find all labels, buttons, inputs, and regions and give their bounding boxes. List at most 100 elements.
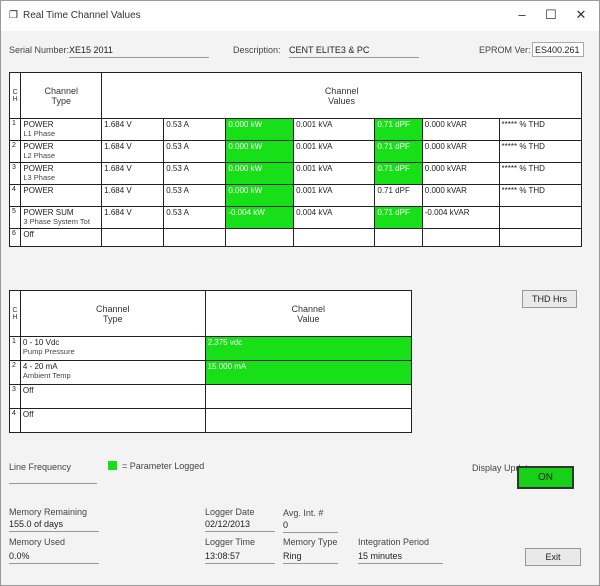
table-row: 6 Off: [8, 228, 583, 247]
table-row: 10 - 10 Vdc Pump Pressure 2.375 vdc: [9, 336, 413, 361]
description-value: CENT ELITE3 & PC: [289, 43, 419, 58]
channel-number-cell: 3: [9, 384, 21, 409]
value-cell-va: 0.001 kVA: [293, 162, 376, 185]
value-cell-va: 0.001 kVA: [293, 140, 376, 163]
value-cell-a: [163, 228, 227, 247]
value-cell-pf: 0.71 dPF: [374, 184, 423, 207]
logger-date-label: Logger Date: [205, 507, 255, 517]
value-cell-v: 1.684 V: [101, 162, 165, 185]
eprom-label: EPROM Ver:: [479, 45, 531, 55]
channel-values-header: Channel Values: [101, 72, 582, 119]
window-title: Real Time Channel Values: [23, 10, 141, 21]
channel-value-cell: 2.375 vdc: [204, 336, 413, 361]
channel-type-text: 0 - 10 Vdc: [22, 338, 60, 347]
memory-used-label: Memory Used: [9, 537, 66, 547]
value-cell-thd: [498, 228, 583, 247]
thd-hrs-button[interactable]: THD Hrs: [522, 290, 577, 308]
value-cell-var: -0.004 kVAR: [421, 206, 500, 229]
channel-number-cell: 1: [9, 336, 21, 361]
channel-number-cell: 4: [9, 408, 21, 433]
channel-subtype-text: L1 Phase: [23, 129, 56, 138]
value-cell-w: 0.000 kW: [225, 118, 295, 141]
value-cell-w: 0.000 kW: [225, 184, 295, 207]
title-bar: ❐ Real Time Channel Values – ☐ ✕: [1, 1, 599, 31]
value-cell-thd: ***** % THD: [498, 162, 583, 185]
channel-type-text: POWER: [23, 120, 54, 129]
table-row: 5 POWER SUM 3 Phase System Tot 1.684 V 0.53 …: [8, 206, 583, 229]
logged-legend-label: = Parameter Logged: [122, 461, 205, 471]
value-cell-w: [225, 228, 295, 247]
value-cell-pf: [374, 228, 423, 247]
value-cell-var: [421, 228, 500, 247]
power-channels-table: CH Channel Type Channel Values 1 POWER L1 Ph…: [8, 72, 583, 247]
channel-type-cell: 4 - 20 mA Ambient Temp: [19, 360, 206, 385]
value-cell-pf: 0.71 dPF: [374, 206, 423, 229]
channel-subtype-text: L2 Phase: [23, 151, 56, 160]
channel-type-cell: POWER L3 Phase: [20, 162, 103, 185]
table-row: 4 POWER 1.684 V 0.53 A 0.000 kW 0.001 kVA 0.71…: [8, 184, 583, 207]
ch-header: CH: [8, 72, 22, 119]
value-cell-va: 0.004 kVA: [293, 206, 376, 229]
maximize-icon[interactable]: ☐: [541, 7, 561, 23]
table-row: 4 Off: [9, 408, 413, 433]
channel-type-text: POWER SUM: [23, 208, 74, 217]
channel-type-cell: POWER L1 Phase: [20, 118, 103, 141]
value-cell-a: 0.53 A: [163, 140, 227, 163]
value-cell-w: 0.000 kW: [225, 162, 295, 185]
logger-date-value: 02/12/2013: [205, 517, 275, 532]
memory-used-value: 0.0%: [9, 549, 99, 564]
value-cell-w: -0.004 kW: [225, 206, 295, 229]
logger-time-value: 13:08:57: [205, 549, 275, 564]
channel-subtype-text: L3 Phase: [23, 173, 56, 182]
channel-type-header: Channel Type: [20, 72, 103, 119]
serial-label: Serial Number:: [9, 45, 70, 55]
integration-period-label: Integration Period: [358, 537, 430, 547]
channel-value-cell: [204, 384, 413, 409]
channel-type-text: Off: [22, 410, 34, 419]
channel-number-cell: 2: [9, 360, 21, 385]
eprom-value: ES400.261: [532, 42, 584, 57]
table-row: 3 POWER L3 Phase 1.684 V 0.53 A 0.000 kW 0.001…: [8, 162, 583, 185]
channel-number-cell: 5: [8, 206, 22, 229]
channel-type-cell: POWER SUM 3 Phase System Tot: [20, 206, 103, 229]
channel-value-cell: [204, 408, 413, 433]
logger-time-label: Logger Time: [205, 537, 256, 547]
window: ❐ Real Time Channel Values – ☐ ✕ Serial …: [0, 0, 600, 586]
channel-number-cell: 4: [8, 184, 22, 207]
channel-number-cell: 3: [8, 162, 22, 185]
value-cell-va: 0.001 kVA: [293, 184, 376, 207]
value-cell-thd: [498, 206, 583, 229]
value-cell-pf: 0.71 dPF: [374, 162, 423, 185]
value-cell-va: [293, 228, 376, 247]
value-cell-a: 0.53 A: [163, 206, 227, 229]
logged-legend-swatch: [108, 461, 117, 470]
exit-button[interactable]: Exit: [525, 548, 581, 566]
memory-remaining-label: Memory Remaining: [9, 507, 88, 517]
value-cell-w: 0.000 kW: [225, 140, 295, 163]
channel-type-cell: POWER L2 Phase: [20, 140, 103, 163]
value-cell-v: 1.684 V: [101, 118, 165, 141]
channel-type-header-2: Channel Type: [19, 290, 206, 337]
close-icon[interactable]: ✕: [571, 7, 591, 23]
channel-subtype-text: 3 Phase System Tot: [23, 217, 90, 226]
value-cell-va: 0.001 kVA: [293, 118, 376, 141]
channel-subtype-text: Pump Pressure: [22, 347, 75, 356]
value-cell-pf: 0.71 dPF: [374, 140, 423, 163]
memory-type-label: Memory Type: [283, 537, 338, 547]
channel-type-text: 4 - 20 mA: [22, 362, 58, 371]
avg-int-label: Avg. Int. #: [283, 508, 324, 518]
channel-type-text: POWER: [23, 142, 54, 151]
channel-value-header: Channel Value: [204, 290, 413, 337]
value-cell-v: 1.684 V: [101, 140, 165, 163]
display-update-on-button[interactable]: ON: [517, 466, 574, 489]
value-cell-a: 0.53 A: [163, 184, 227, 207]
channel-subtype-text: Ambient Temp: [22, 371, 71, 380]
minimize-icon[interactable]: –: [512, 7, 532, 22]
table-row: 24 - 20 mA Ambient Temp 15.000 mA: [9, 360, 413, 385]
value-cell-v: [101, 228, 165, 247]
channel-type-cell: Off: [19, 384, 206, 409]
value-cell-var: 0.000 kVAR: [421, 162, 500, 185]
table-row: 2 POWER L2 Phase 1.684 V 0.53 A 0.000 kW 0.001…: [8, 140, 583, 163]
value-cell-v: 1.684 V: [101, 184, 165, 207]
value-cell-var: 0.000 kVAR: [421, 118, 500, 141]
